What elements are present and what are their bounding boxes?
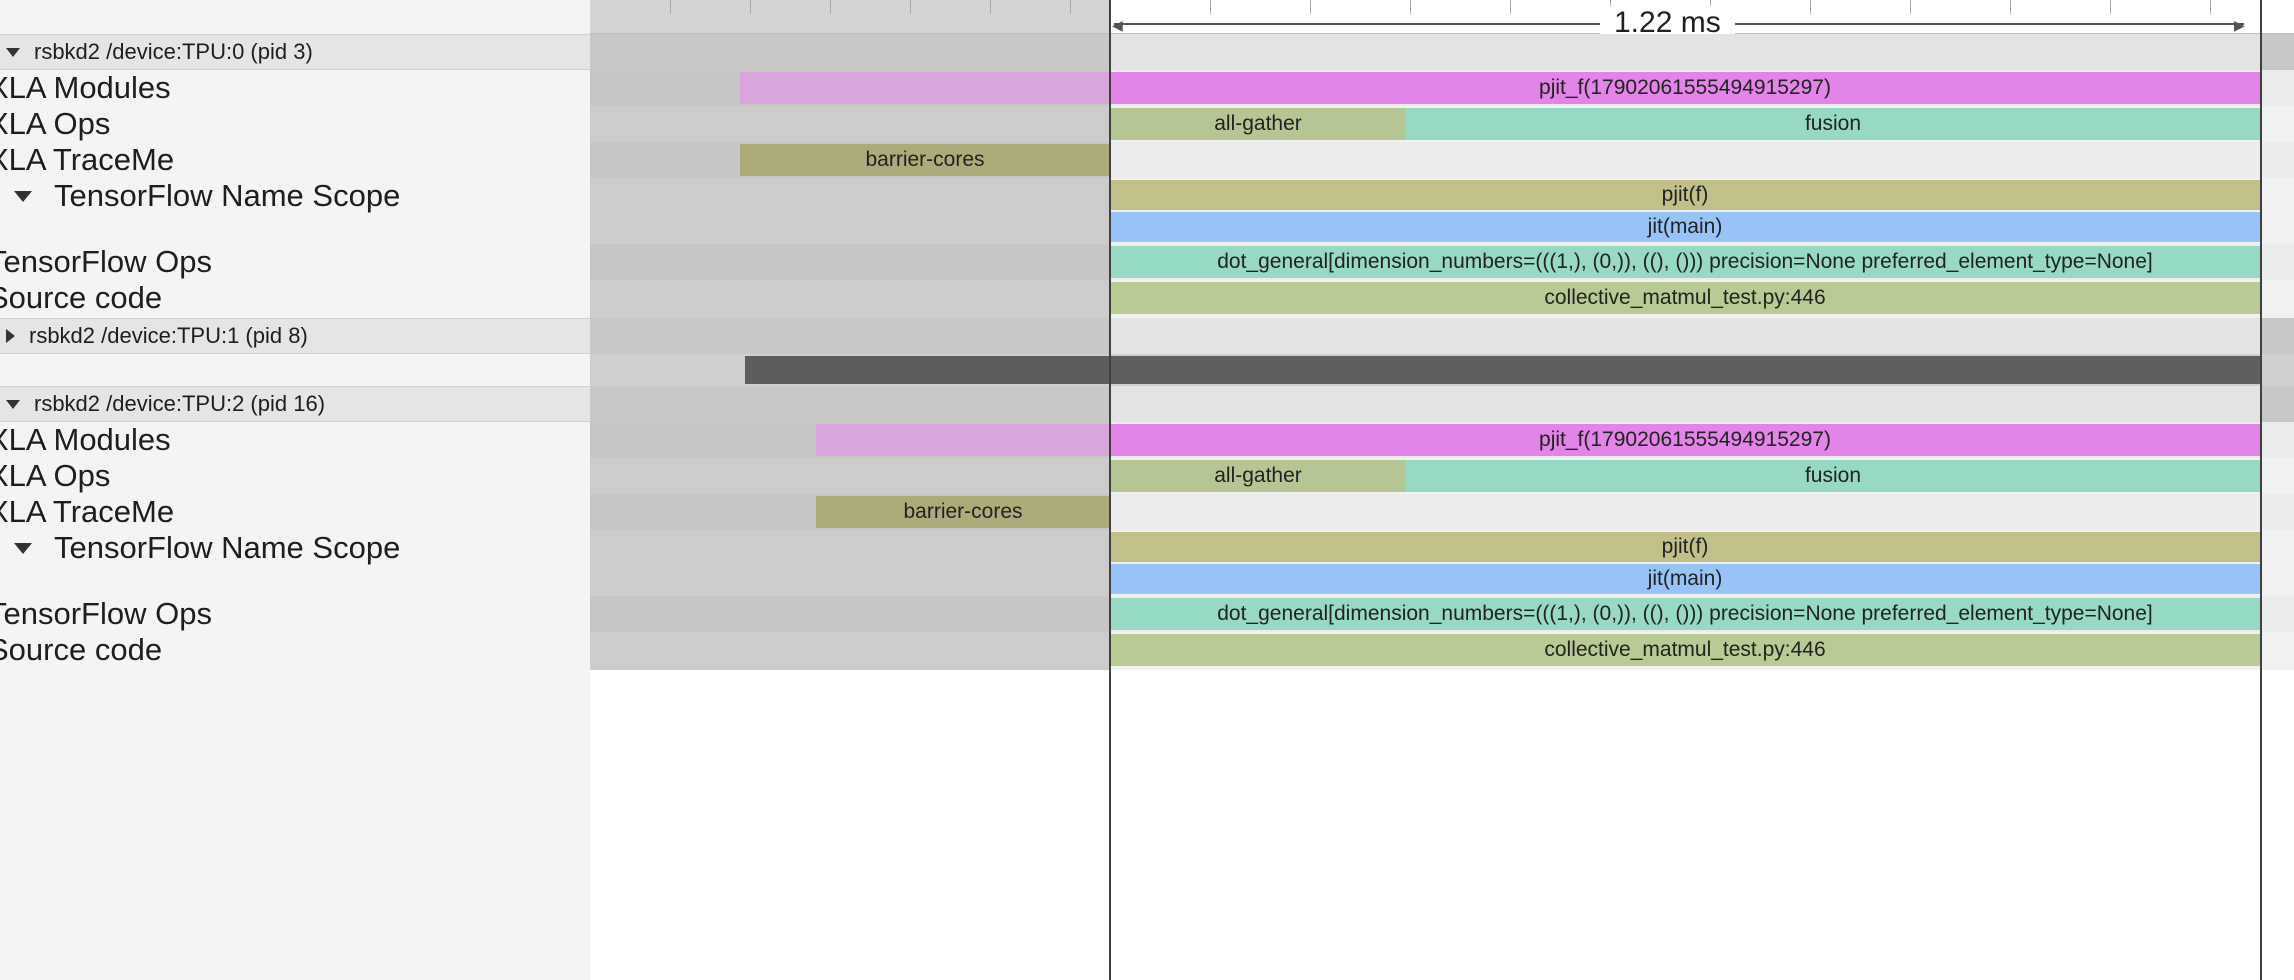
slice-module-faded[interactable]	[740, 72, 1110, 104]
track-tpu1-summary	[590, 354, 2294, 386]
slice-fusion[interactable]: fusion	[1406, 108, 2260, 140]
expand-triangle-icon[interactable]	[6, 329, 15, 343]
track-xla-traceme: barrier-cores	[590, 494, 2294, 530]
timeline-tracks[interactable]: ◀ ▶ 1.22 ms pjit_f(17902061555494915297)…	[590, 0, 2294, 980]
slice-barrier-cores[interactable]: barrier-cores	[816, 496, 1110, 528]
process-header-tpu0[interactable]: rsbkd2 /device:TPU:0 (pid 3)	[0, 34, 590, 70]
row-label-tf-name-scope[interactable]: TensorFlow Name Scope	[0, 530, 590, 566]
process-header-tpu2[interactable]: rsbkd2 /device:TPU:2 (pid 16)	[0, 386, 590, 422]
row-label-xla-ops: XLA Ops	[0, 458, 111, 493]
track-tf-ops: dot_general[dimension_numbers=(((1,), (0…	[590, 596, 2294, 632]
row-label-source-code: Source code	[0, 280, 163, 315]
row-label-xla-traceme: XLA TraceMe	[0, 142, 175, 177]
track-label-panel: rsbkd2 /device:TPU:0 (pid 3) XLA Modules…	[0, 0, 591, 980]
selection-end-line[interactable]	[2260, 0, 2262, 980]
slice-xla-module[interactable]: pjit_f(17902061555494915297)	[1110, 424, 2260, 456]
row-label-xla-modules: XLA Modules	[0, 422, 171, 457]
track-source-code: collective_matmul_test.py:446	[590, 280, 2294, 318]
row-label-xla-modules: XLA Modules	[0, 70, 171, 105]
process-track-tpu2	[590, 386, 2294, 422]
process-header-tpu1[interactable]: rsbkd2 /device:TPU:1 (pid 8)	[0, 318, 590, 354]
empty-track-area	[590, 670, 2294, 980]
arrow-right-icon: ▶	[2234, 17, 2245, 33]
summary-bar[interactable]	[745, 356, 1110, 384]
track-xla-modules: pjit_f(17902061555494915297)	[590, 422, 2294, 458]
process-name: rsbkd2 /device:TPU:0 (pid 3)	[34, 39, 313, 64]
slice-jit-main[interactable]: jit(main)	[1110, 212, 2260, 242]
slice-dot-general[interactable]: dot_general[dimension_numbers=(((1,), (0…	[1110, 598, 2260, 630]
row-label-source-code: Source code	[0, 632, 163, 667]
process-name: rsbkd2 /device:TPU:1 (pid 8)	[29, 323, 308, 348]
slice-pjit-f[interactable]: pjit(f)	[1110, 532, 2260, 562]
slice-fusion[interactable]: fusion	[1406, 460, 2260, 492]
row-label-tf-ops: TensorFlow Ops	[0, 244, 212, 279]
track-xla-traceme: barrier-cores	[590, 142, 2294, 178]
selection-start-line[interactable]	[1109, 0, 1111, 980]
row-label-tf-name-scope[interactable]: TensorFlow Name Scope	[0, 178, 590, 214]
track-source-code: collective_matmul_test.py:446	[590, 632, 2294, 670]
slice-xla-module[interactable]: pjit_f(17902061555494915297)	[1110, 72, 2260, 104]
arrow-left-icon: ◀	[1112, 17, 1123, 33]
summary-bar-selected[interactable]	[1110, 356, 2260, 384]
slice-module-faded[interactable]	[816, 424, 1110, 456]
row-label-tf-ops: TensorFlow Ops	[0, 596, 212, 631]
ruler-dim-region	[590, 0, 1110, 33]
expand-triangle-icon[interactable]	[14, 542, 32, 554]
slice-barrier-cores[interactable]: barrier-cores	[740, 144, 1110, 176]
track-xla-modules: pjit_f(17902061555494915297)	[590, 70, 2294, 106]
track-tf-name-scope: pjit(f) jit(main)	[590, 178, 2294, 244]
slice-pjit-f[interactable]: pjit(f)	[1110, 180, 2260, 210]
slice-dot-general[interactable]: dot_general[dimension_numbers=(((1,), (0…	[1110, 246, 2260, 278]
collapse-triangle-icon[interactable]	[6, 399, 20, 409]
track-tf-name-scope: pjit(f) jit(main)	[590, 530, 2294, 596]
slice-all-gather[interactable]: all-gather	[1110, 460, 1406, 492]
slice-source-code[interactable]: collective_matmul_test.py:446	[1110, 634, 2260, 666]
track-tf-ops: dot_general[dimension_numbers=(((1,), (0…	[590, 244, 2294, 280]
row-label-xla-traceme: XLA TraceMe	[0, 494, 175, 529]
slice-jit-main[interactable]: jit(main)	[1110, 564, 2260, 594]
row-label-xla-ops: XLA Ops	[0, 106, 111, 141]
process-track-tpu1	[590, 318, 2294, 354]
time-ruler[interactable]: ◀ ▶ 1.22 ms	[590, 0, 2294, 40]
track-xla-ops: all-gather fusion	[590, 458, 2294, 494]
slice-source-code[interactable]: collective_matmul_test.py:446	[1110, 282, 2260, 314]
slice-all-gather[interactable]: all-gather	[1110, 108, 1406, 140]
process-name: rsbkd2 /device:TPU:2 (pid 16)	[34, 391, 326, 416]
expand-triangle-icon[interactable]	[14, 190, 32, 202]
process-track-tpu0	[590, 34, 2294, 70]
track-xla-ops: all-gather fusion	[590, 106, 2294, 142]
collapse-triangle-icon[interactable]	[6, 47, 20, 57]
